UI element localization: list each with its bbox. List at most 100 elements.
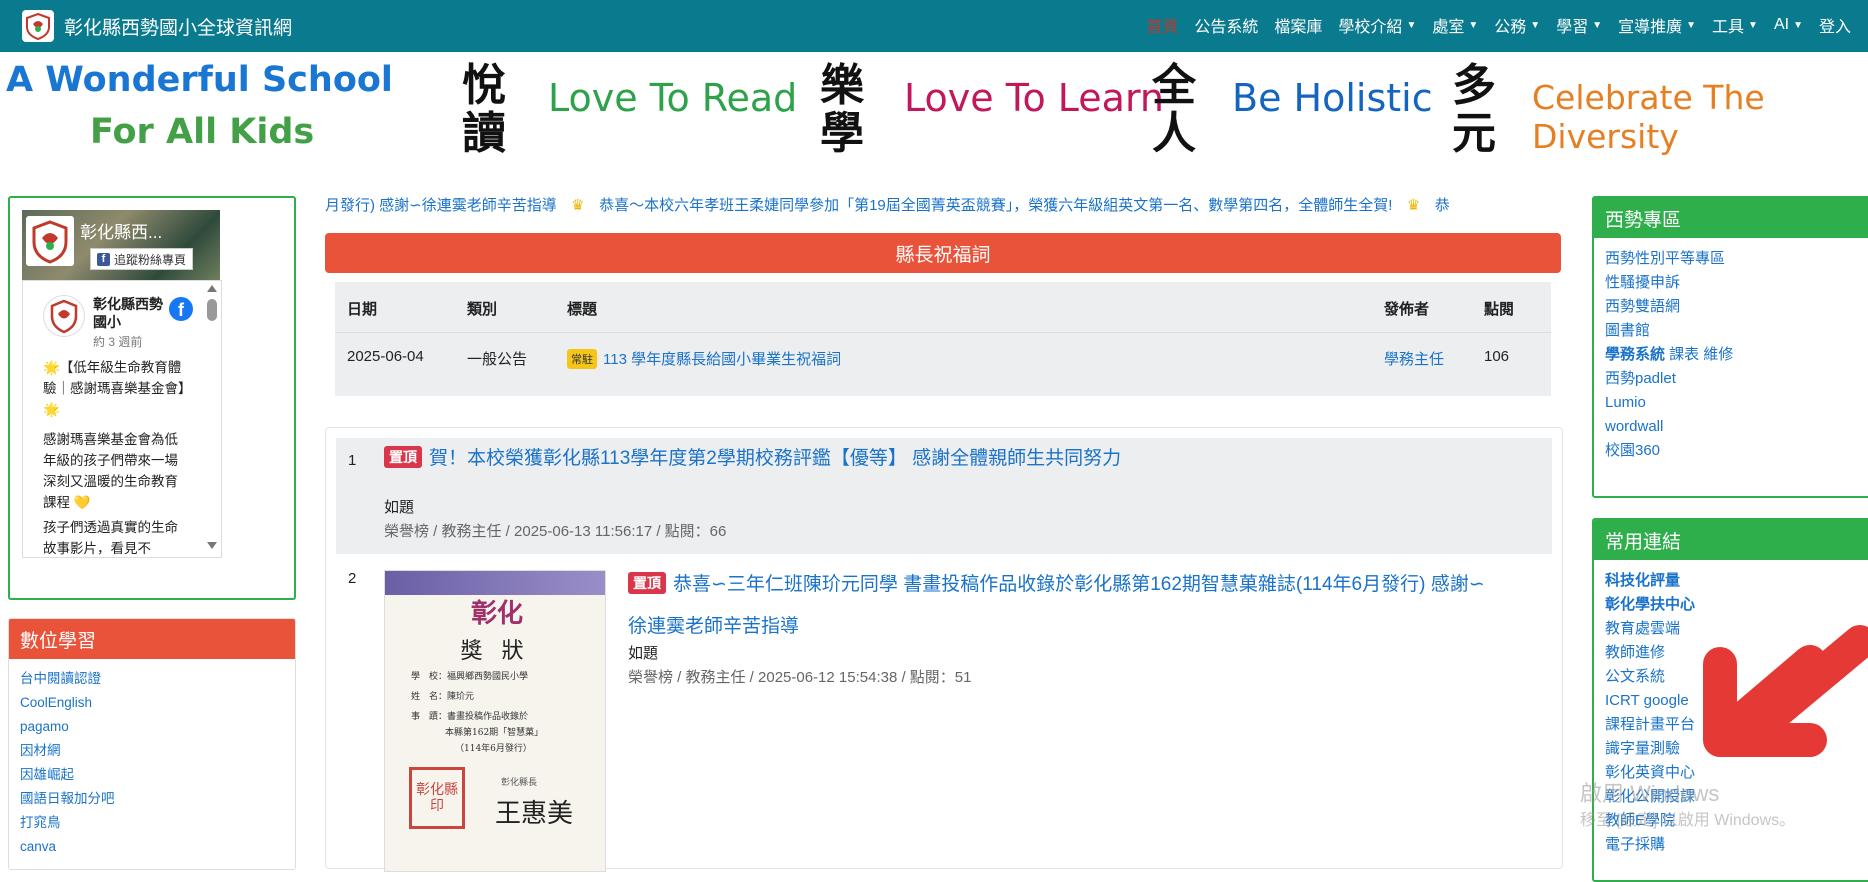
post-avatar[interactable]: [43, 295, 85, 337]
chevron-down-icon: ▼: [1592, 19, 1603, 31]
certificate-line: 本縣第162期「智慧菓」: [445, 728, 544, 738]
news-title[interactable]: 置頂 賀！本校榮獲彰化縣113學年度第2學期校務評鑑【優等】 感謝全體親師生共同努…: [384, 438, 1121, 480]
nav-home[interactable]: 首頁: [1139, 13, 1185, 37]
xishi-link[interactable]: 圖書館: [1605, 319, 1868, 343]
feed-scrollbar[interactable]: [205, 281, 219, 557]
news-number: 1: [348, 452, 357, 469]
news-title-link[interactable]: 徐連霙老師辛苦指導: [628, 616, 799, 637]
digital-link[interactable]: pagamo: [20, 715, 284, 739]
crown-icon: ♛: [1406, 197, 1421, 214]
news-title-link[interactable]: 恭喜∽三年仁班陳玠元同學 書畫投稿作品收錄於彰化縣第162期智慧菓雜誌(114年…: [673, 574, 1485, 595]
scroll-thumb[interactable]: [207, 299, 217, 321]
list-item: 1 置頂 賀！本校榮獲彰化縣113學年度第2學期校務評鑑【優等】 感謝全體親師生共…: [336, 438, 1552, 554]
news-marquee[interactable]: 月發行) 感謝∽徐連霙老師辛苦指導 ♛ 恭喜～本校六年孝班王柔婕同學參加「第19…: [325, 194, 1565, 218]
post-author[interactable]: 彰化縣西勢國小: [93, 295, 163, 331]
scroll-up-icon[interactable]: [207, 285, 217, 292]
scroll-down-icon[interactable]: [207, 542, 217, 549]
digital-link[interactable]: 國語日報加分吧: [20, 787, 284, 811]
digital-link[interactable]: 因雄崛起: [20, 763, 284, 787]
certificate-line: 姓 名：陳玠元: [411, 692, 475, 702]
facebook-logo-icon[interactable]: f: [169, 297, 193, 321]
nav-tools[interactable]: 工具 ▼: [1705, 13, 1765, 37]
nav-ai[interactable]: AI ▼: [1767, 16, 1810, 34]
news-summary: 如題: [628, 645, 659, 662]
xishi-link[interactable]: 西勢padlet: [1605, 367, 1868, 391]
windows-activation-hint: 移至 [設定] 以啟用 Windows。: [1580, 812, 1796, 829]
banner-text-diversity: Celebrate The Diversity: [1532, 78, 1765, 156]
post-time[interactable]: 約 3 週前: [93, 333, 142, 350]
digital-link[interactable]: 台中閱讀認證: [20, 667, 284, 691]
nav-promotion[interactable]: 宣導推廣 ▼: [1611, 13, 1703, 37]
marquee-lead[interactable]: 月發行) 感謝∽徐連霙老師辛苦指導: [325, 197, 557, 214]
banner-line2: For All Kids: [90, 112, 315, 152]
certificate-signature: 王惠美: [495, 799, 574, 829]
chevron-down-icon: ▼: [1748, 19, 1758, 31]
announcement-table: 日期 類別 標題 發佈者 點閱 2025-06-04 一般公告 常駐 113 學年…: [335, 282, 1551, 396]
announcement-header: 縣長祝福詞: [325, 233, 1561, 273]
site-title[interactable]: 彰化縣西勢國小全球資訊網: [64, 13, 292, 40]
common-link[interactable]: 電子採購: [1605, 833, 1868, 857]
xishi-link[interactable]: 西勢性別平等專區: [1605, 247, 1868, 271]
school-logo-icon: [22, 10, 54, 42]
banner-cjk-2b: 學: [820, 108, 864, 159]
nav-school-intro[interactable]: 學校介紹 ▼: [1331, 13, 1423, 37]
row-date: 2025-06-04: [347, 348, 424, 365]
news-title-link[interactable]: 賀！本校榮獲彰化縣113學年度第2學期校務評鑑【優等】 感謝全體親師生共同努力: [429, 448, 1121, 469]
certificate-thumbnail[interactable]: 彰化 獎 狀 學 校：福興鄉西勢國民小學 姓 名：陳玠元 事 蹟：書畫投稿作品收…: [384, 570, 606, 872]
col-header-type: 類別: [467, 301, 498, 318]
nav-announcements[interactable]: 公告系統: [1187, 13, 1265, 37]
digital-learning-panel: 數位學習 台中閱讀認證 CoolEnglish pagamo 因材網 因雄崛起 …: [8, 618, 296, 870]
news-summary: 如題: [384, 499, 415, 516]
marquee-tail[interactable]: 恭: [1435, 197, 1450, 214]
student-affairs-link[interactable]: 學務系統: [1605, 346, 1665, 363]
nav-learning[interactable]: 學習 ▼: [1549, 13, 1609, 37]
news-meta: 榮譽榜 / 教務主任 / 2025-06-13 11:56:17 / 點閱：66: [384, 523, 727, 540]
xishi-link[interactable]: Lumio: [1605, 391, 1868, 415]
news-title[interactable]: 置頂 恭喜∽三年仁班陳玠元同學 書畫投稿作品收錄於彰化縣第162期智慧菓雜誌(11…: [628, 564, 1548, 606]
follow-page-button[interactable]: f 追蹤粉絲專頁: [90, 248, 194, 270]
xishi-link[interactable]: wordwall: [1605, 415, 1868, 439]
facebook-widget: 彰化縣西... f 追蹤粉絲專頁 彰化縣西勢國小 f 約 3 週前 🌟【低年級生…: [8, 196, 296, 600]
col-header-publisher: 發佈者: [1384, 301, 1430, 318]
chevron-down-icon: ▼: [1530, 19, 1541, 31]
publisher-link[interactable]: 學務主任: [1384, 351, 1444, 368]
banner-cjk-1b: 讀: [462, 108, 506, 159]
xishi-panel: 西勢專區 西勢性別平等專區 性騷擾申訴 西勢雙語網 圖書館 學務系統 課表 維修…: [1592, 196, 1868, 498]
col-header-clicks: 點閱: [1484, 301, 1515, 318]
windows-activation-title: 啟用 Windows: [1580, 781, 1720, 806]
nav-offices[interactable]: 處室 ▼: [1425, 13, 1485, 37]
xishi-link[interactable]: 校園360: [1605, 439, 1868, 463]
common-link[interactable]: 彰化學扶中心: [1605, 593, 1868, 617]
facebook-page-name[interactable]: 彰化縣西...: [80, 218, 162, 243]
common-link[interactable]: 科技化評量: [1605, 569, 1868, 593]
digital-link[interactable]: 因材網: [20, 739, 284, 763]
certificate-border: [385, 571, 605, 595]
marquee-item[interactable]: 恭喜～本校六年孝班王柔婕同學參加「第19屆全國菁英盃競賽」，榮獲六年級組英文第一…: [599, 197, 1392, 214]
xishi-link[interactable]: 性騷擾申訴: [1605, 271, 1868, 295]
nav-login[interactable]: 登入: [1812, 13, 1858, 37]
facebook-feed[interactable]: 彰化縣西勢國小 f 約 3 週前 🌟【低年級生命教育體驗｜感謝瑪喜樂基金會】🌟 …: [22, 280, 222, 558]
schedule-repair-links[interactable]: 課表 維修: [1665, 346, 1733, 363]
xishi-link[interactable]: 西勢雙語網: [1605, 295, 1868, 319]
nav-archive[interactable]: 檔案庫: [1267, 13, 1329, 37]
digital-link[interactable]: CoolEnglish: [20, 691, 284, 715]
post-text-3: 孩子們透過真實的生命故事影片，看見不: [43, 520, 178, 556]
row-type: 一般公告: [467, 351, 528, 368]
system-links: 學務系統 課表 維修: [1605, 343, 1868, 367]
announcement-link[interactable]: 113 學年度縣長給國小畢業生祝福詞: [603, 351, 841, 368]
digital-link[interactable]: 打窕鳥: [20, 811, 284, 835]
row-divider: [335, 332, 1551, 333]
nav-official[interactable]: 公務 ▼: [1487, 13, 1547, 37]
news-list: 1 置頂 賀！本校榮獲彰化縣113學年度第2學期校務評鑑【優等】 感謝全體親師生共…: [325, 427, 1563, 872]
certificate-line: 學 校：福興鄉西勢國民小學: [411, 672, 529, 682]
banner-text-learn: Love To Learn: [904, 76, 1164, 120]
digital-link[interactable]: canva: [20, 835, 284, 859]
banner-cjk-3a: 全: [1152, 60, 1196, 111]
news-meta: 榮譽榜 / 教務主任 / 2025-06-12 15:54:38 / 點閱：51: [628, 669, 972, 686]
banner-cjk-3b: 人: [1152, 108, 1196, 159]
digital-learning-title: 數位學習: [9, 619, 295, 659]
facebook-page-header[interactable]: 彰化縣西... f 追蹤粉絲專頁: [22, 210, 220, 280]
row-clicks: 106: [1484, 348, 1510, 365]
col-header-date: 日期: [347, 301, 378, 318]
brand[interactable]: 彰化縣西勢國小全球資訊網: [22, 9, 292, 43]
